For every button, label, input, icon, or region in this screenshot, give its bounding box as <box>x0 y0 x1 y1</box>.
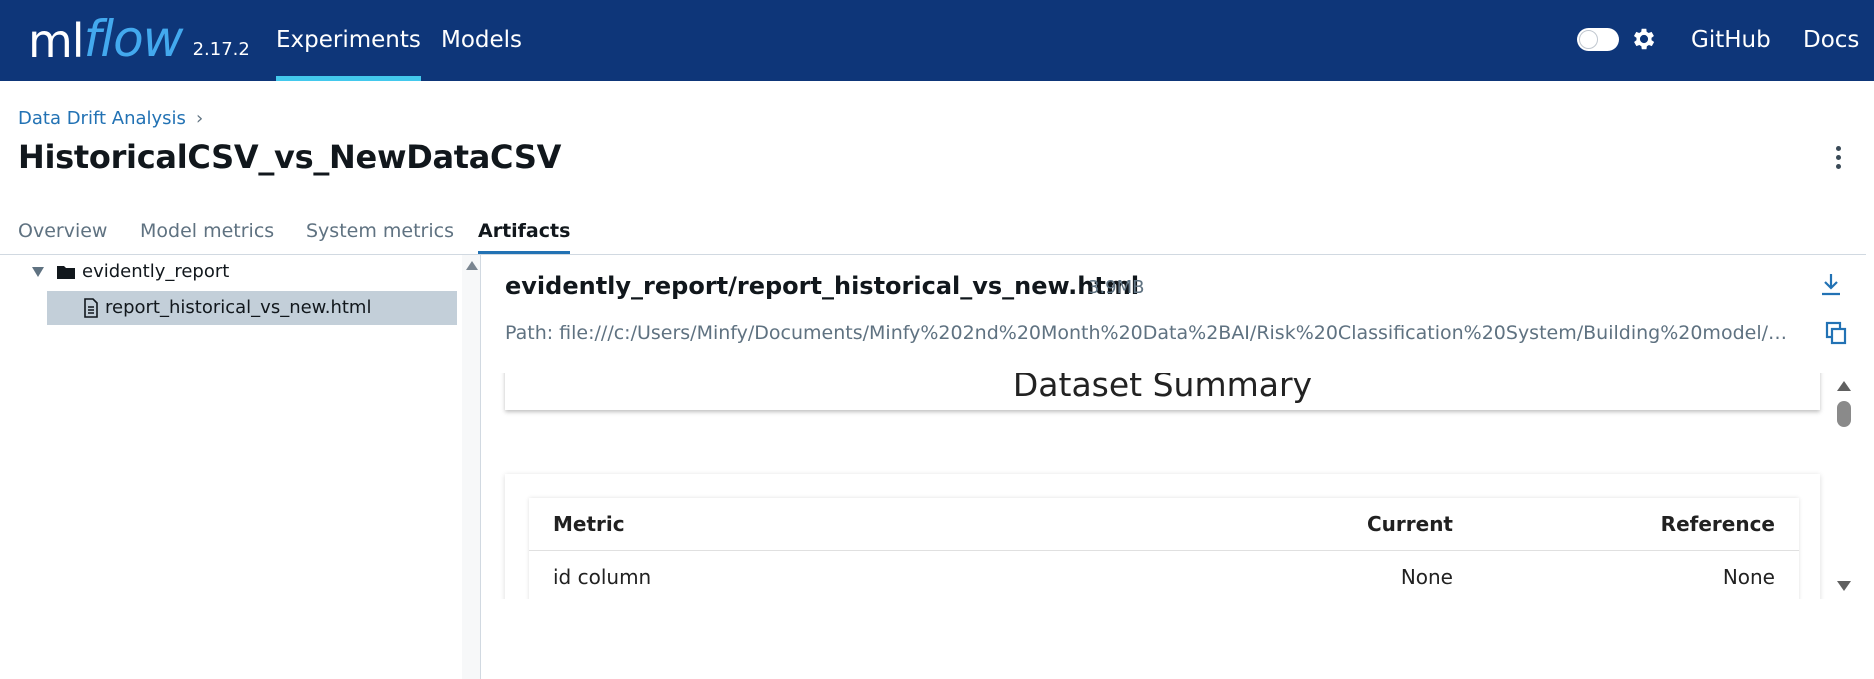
theme-toggle[interactable] <box>1577 28 1619 51</box>
tab-model-metrics[interactable]: Model metrics <box>140 220 274 253</box>
logo-ml-text: ml <box>28 14 85 68</box>
artifact-name: evidently_report/report_historical_vs_ne… <box>505 272 1140 300</box>
preview-scrollbar[interactable] <box>1834 373 1854 599</box>
run-tabs: Overview Model metrics System metrics Ar… <box>0 214 1866 255</box>
table-cell-metric: id column <box>553 565 652 589</box>
column-header-metric: Metric <box>553 512 625 536</box>
artifact-path: Path: file:///c:/Users/Minfy/Documents/M… <box>505 322 1801 344</box>
scroll-up-arrow-icon[interactable] <box>1837 381 1851 391</box>
column-header-current: Current <box>1366 512 1453 536</box>
tab-system-metrics[interactable]: System metrics <box>306 220 454 253</box>
nav-github[interactable]: GitHub <box>1691 0 1771 81</box>
tree-scrollbar[interactable] <box>462 255 480 679</box>
nav-experiments-label: Experiments <box>276 27 421 53</box>
table-cell-reference: None <box>1722 565 1775 589</box>
download-icon[interactable] <box>1820 272 1842 298</box>
folder-icon <box>57 266 75 279</box>
panel-divider[interactable] <box>480 255 481 679</box>
table-row: id column None None <box>529 551 1799 599</box>
artifact-tree: evidently_report report_historical_vs_ne… <box>18 255 458 679</box>
section-heading: Dataset Summary <box>1012 373 1313 404</box>
nav-docs[interactable]: Docs <box>1803 0 1859 81</box>
tab-overview[interactable]: Overview <box>18 220 107 253</box>
logo-flow-text: flow <box>83 10 184 68</box>
version-label: 2.17.2 <box>192 39 250 60</box>
mlflow-logo[interactable]: ml flow 2.17.2 <box>28 4 250 76</box>
nav-active-underline <box>276 76 421 81</box>
tree-file-label: report_historical_vs_new.html <box>105 297 372 318</box>
nav-experiments[interactable]: Experiments <box>276 0 421 81</box>
scroll-up-arrow-icon[interactable] <box>466 261 478 270</box>
tree-file-row[interactable]: report_historical_vs_new.html <box>47 291 457 325</box>
active-tab-indicator <box>478 251 571 254</box>
kebab-menu-icon[interactable] <box>1834 146 1842 174</box>
breadcrumb: Data Drift Analysis › <box>18 108 203 129</box>
table-header-row: Metric Current Reference <box>529 498 1799 551</box>
chevron-right-icon: › <box>195 108 204 129</box>
top-navbar: ml flow 2.17.2 Experiments Models GitHub… <box>0 0 1874 81</box>
page-title: HistoricalCSV_vs_NewDataCSV <box>18 138 562 176</box>
gear-icon[interactable] <box>1630 25 1658 53</box>
column-header-reference: Reference <box>1660 512 1775 536</box>
summary-table: Metric Current Reference id column None … <box>529 498 1799 599</box>
copy-icon[interactable] <box>1825 321 1847 345</box>
file-icon <box>84 298 98 318</box>
artifact-preview-frame[interactable]: Dataset Summary Metric Current Reference… <box>484 373 1844 599</box>
nav-models[interactable]: Models <box>441 0 522 81</box>
summary-heading-card: Dataset Summary <box>505 373 1820 410</box>
tab-artifacts-label: Artifacts <box>478 220 571 242</box>
scroll-thumb[interactable] <box>1837 401 1851 427</box>
caret-down-icon[interactable] <box>32 267 44 277</box>
summary-table-card: Metric Current Reference id column None … <box>505 474 1820 599</box>
toggle-knob <box>1579 30 1598 49</box>
table-cell-current: None <box>1400 565 1453 589</box>
breadcrumb-experiment-link[interactable]: Data Drift Analysis <box>18 108 186 129</box>
scroll-down-arrow-icon[interactable] <box>1837 581 1851 591</box>
tab-artifacts[interactable]: Artifacts <box>478 220 571 254</box>
tree-folder-label: evidently_report <box>82 261 230 282</box>
artifact-size: 3.9MB <box>1088 277 1145 298</box>
tree-folder-row[interactable]: evidently_report <box>30 255 229 289</box>
